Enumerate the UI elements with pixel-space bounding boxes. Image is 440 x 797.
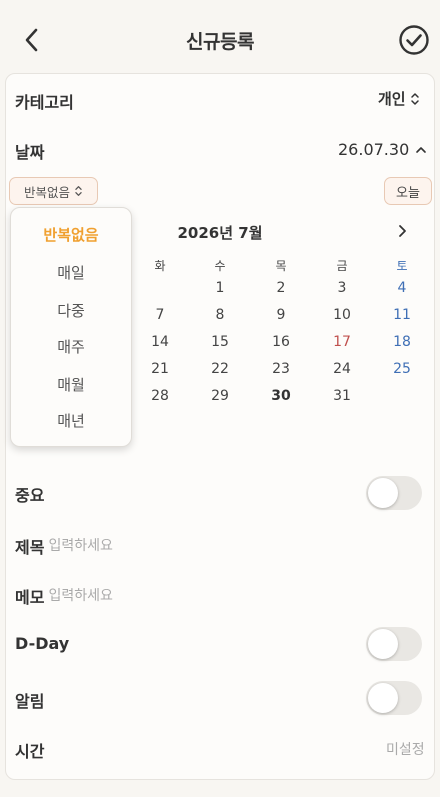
calendar-day[interactable]: 29 [203, 383, 237, 409]
today-button[interactable]: 오늘 [384, 177, 432, 205]
weekday-header: 수 [214, 259, 226, 273]
repeat-option[interactable]: 매주 [11, 336, 131, 357]
repeat-option[interactable]: 매일 [11, 262, 131, 283]
toggle-knob [368, 683, 398, 713]
category-value: 개인 [378, 90, 406, 108]
calendar-month-title: 2026년 7월 [177, 224, 263, 242]
calendar-day[interactable]: 28 [143, 383, 177, 409]
calendar-day[interactable]: 7 [143, 302, 177, 328]
check-circle-icon [399, 25, 429, 55]
dday-label: D-Day [15, 634, 70, 653]
repeat-option[interactable]: 다중 [11, 300, 131, 321]
form-card: 카테고리 개인 날짜 26.07.30 반복없음 오늘 2026년 7월 화 수 목… [5, 73, 435, 780]
title-input[interactable] [48, 538, 349, 554]
calendar-day[interactable]: 24 [325, 356, 359, 382]
time-label: 시간 [15, 742, 45, 761]
calendar-day[interactable]: 21 [143, 356, 177, 382]
calendar-day[interactable]: 17 [325, 329, 359, 355]
repeat-select-label: 반복없음 [23, 184, 70, 200]
repeat-dropdown: 반복없음매일다중매주매월매년 [10, 207, 132, 447]
chevron-right-icon [399, 225, 406, 237]
calendar-day[interactable]: 8 [203, 302, 237, 328]
calendar-day[interactable]: 31 [325, 383, 359, 409]
dday-toggle[interactable] [366, 627, 422, 661]
calendar-day[interactable]: 2 [264, 275, 298, 301]
date-label: 날짜 [15, 143, 45, 162]
toggle-knob [368, 629, 398, 659]
confirm-button[interactable] [398, 24, 430, 56]
toggle-knob [368, 478, 398, 508]
repeat-select[interactable]: 반복없음 [9, 177, 98, 205]
calendar-day[interactable]: 10 [325, 302, 359, 328]
calendar-day[interactable]: 11 [385, 302, 419, 328]
date-picker-toggle[interactable]: 26.07.30 [338, 140, 427, 159]
title-label: 제목 [15, 538, 45, 557]
memo-input[interactable] [48, 588, 349, 604]
calendar-day[interactable]: 3 [325, 275, 359, 301]
calendar-day[interactable]: 18 [385, 329, 419, 355]
weekday-header: 목 [275, 259, 287, 273]
calendar-day[interactable]: 16 [264, 329, 298, 355]
alarm-label: 알림 [15, 692, 45, 711]
calendar-day[interactable]: 9 [264, 302, 298, 328]
memo-label: 메모 [15, 588, 45, 607]
header: 신규등록 [0, 0, 440, 74]
chevron-updown-icon [75, 186, 82, 196]
weekday-header: 토 [396, 259, 408, 273]
calendar-day[interactable]: 4 [385, 275, 419, 301]
repeat-option[interactable]: 반복없음 [11, 224, 131, 245]
calendar-day[interactable]: 15 [203, 329, 237, 355]
category-label: 카테고리 [15, 93, 74, 112]
important-toggle[interactable] [366, 476, 422, 510]
date-value: 26.07.30 [338, 140, 410, 159]
next-month-button[interactable] [392, 221, 412, 241]
important-label: 중요 [15, 486, 45, 505]
weekday-header: 화 [154, 259, 166, 273]
calendar-day[interactable]: 22 [203, 356, 237, 382]
chevron-up-icon [416, 146, 427, 153]
calendar-day[interactable]: 14 [143, 329, 177, 355]
chevron-updown-icon [410, 92, 419, 105]
calendar-day[interactable]: 25 [385, 356, 419, 382]
repeat-option[interactable]: 매년 [11, 410, 131, 431]
calendar-day[interactable]: 30 [264, 381, 298, 409]
repeat-option[interactable]: 매월 [11, 374, 131, 395]
category-select[interactable]: 개인 [378, 88, 420, 109]
alarm-toggle[interactable] [366, 681, 422, 715]
memo-row: 메모 [15, 584, 349, 608]
weekday-header: 금 [336, 259, 348, 273]
page-title: 신규등록 [186, 31, 254, 53]
time-value[interactable]: 미설정 [386, 739, 425, 759]
calendar-day[interactable]: 1 [203, 275, 237, 301]
title-row: 제목 [15, 534, 349, 558]
calendar-day[interactable]: 23 [264, 356, 298, 382]
